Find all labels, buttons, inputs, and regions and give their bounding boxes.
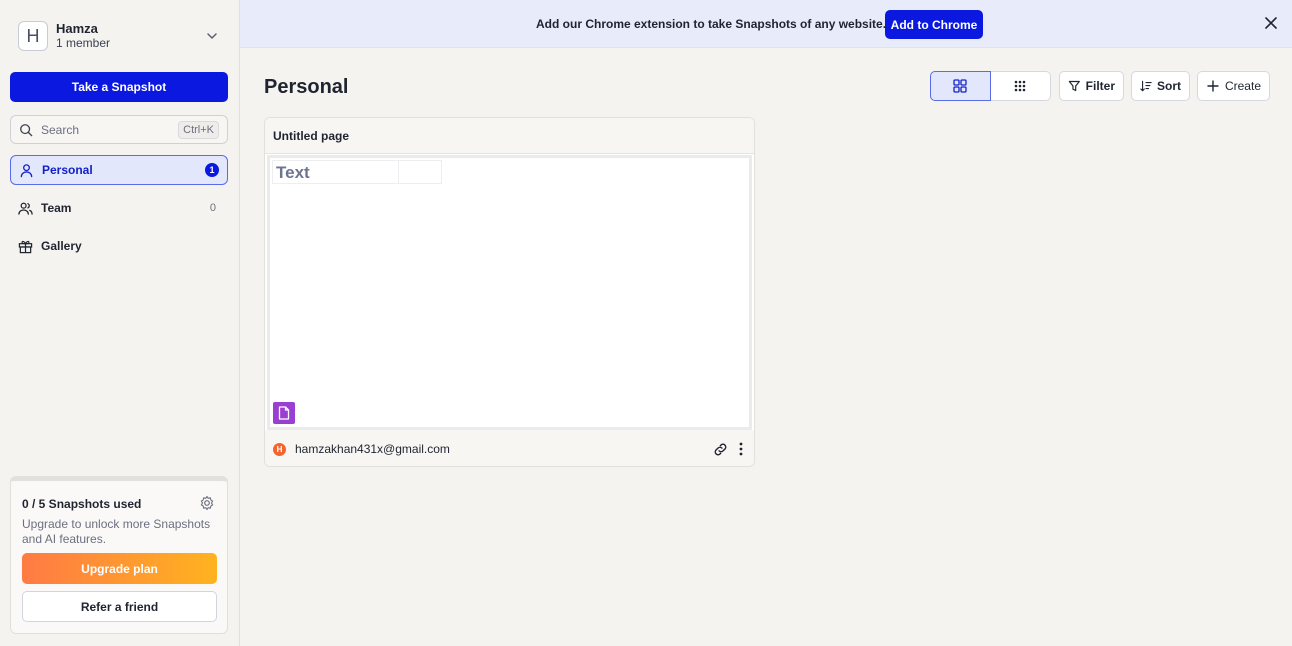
compact-view-button[interactable] [990, 71, 1051, 101]
filter-button[interactable]: Filter [1059, 71, 1124, 101]
card-title: Untitled page [265, 118, 754, 154]
link-icon[interactable] [713, 442, 728, 457]
grid-icon [953, 79, 967, 93]
page-card[interactable]: Untitled page Text H hamzakhan431x@gmail… [264, 117, 755, 467]
preview-table: Text [272, 160, 442, 184]
workspace-switcher[interactable]: H Hamza 1 member [10, 12, 228, 60]
search-input[interactable]: Search Ctrl+K [10, 115, 228, 144]
plus-icon [1207, 80, 1219, 92]
chrome-extension-banner: Add our Chrome extension to take Snapsho… [240, 0, 1292, 48]
search-shortcut: Ctrl+K [178, 120, 219, 139]
close-icon[interactable] [1264, 16, 1278, 30]
count-label: 0 [209, 202, 216, 214]
team-icon [18, 202, 33, 215]
grid-view-button[interactable] [930, 71, 991, 101]
sort-label: Sort [1157, 79, 1181, 93]
create-button[interactable]: Create [1197, 71, 1270, 101]
gift-icon [18, 240, 33, 253]
gear-icon[interactable] [199, 495, 215, 511]
add-to-chrome-button[interactable]: Add to Chrome [885, 10, 983, 39]
count-badge: 1 [205, 163, 219, 177]
sidebar-item-label: Team [41, 201, 72, 215]
filter-label: Filter [1085, 79, 1115, 93]
sidebar: H Hamza 1 member Take a Snapshot Search … [0, 0, 240, 646]
sidebar-item-personal[interactable]: Personal 1 [10, 155, 228, 185]
sidebar-item-team[interactable]: Team 0 [10, 193, 228, 223]
refer-friend-button[interactable]: Refer a friend [22, 591, 217, 622]
owner-email: hamzakhan431x@gmail.com [295, 442, 450, 456]
card-preview[interactable]: Text [267, 155, 752, 430]
upgrade-plan-button[interactable]: Upgrade plan [22, 553, 217, 584]
view-toggle [930, 71, 1051, 101]
workspace-members: 1 member [56, 36, 111, 50]
create-label: Create [1224, 79, 1261, 93]
take-snapshot-button[interactable]: Take a Snapshot [10, 72, 228, 102]
search-icon [20, 123, 33, 136]
sort-icon [1140, 80, 1152, 92]
workspace-name: Hamza [56, 21, 98, 36]
sidebar-item-label: Gallery [41, 239, 82, 253]
usage-description: Upgrade to unlock more Snapshots and AI … [22, 517, 211, 546]
preview-cell-empty [399, 160, 442, 184]
banner-text: Add our Chrome extension to take Snapsho… [536, 17, 887, 31]
chevron-down-icon [207, 33, 217, 40]
usage-title: 0 / 5 Snapshots used [22, 497, 142, 511]
search-placeholder: Search [41, 122, 80, 137]
preview-cell: Text [272, 160, 399, 184]
document-icon [273, 402, 295, 424]
person-icon [20, 163, 33, 177]
usage-panel: 0 / 5 Snapshots used Upgrade to unlock m… [10, 476, 228, 634]
workspace-avatar: H [18, 21, 48, 51]
sidebar-item-label: Personal [42, 163, 93, 177]
sort-button[interactable]: Sort [1131, 71, 1190, 101]
filter-icon [1068, 80, 1080, 92]
sidebar-item-gallery[interactable]: Gallery [10, 231, 228, 261]
card-footer: H hamzakhan431x@gmail.com [265, 430, 754, 466]
more-options-icon[interactable] [738, 442, 744, 456]
page-title: Personal [264, 76, 349, 98]
owner-avatar: H [273, 442, 286, 456]
dots-grid-icon [1014, 80, 1026, 92]
